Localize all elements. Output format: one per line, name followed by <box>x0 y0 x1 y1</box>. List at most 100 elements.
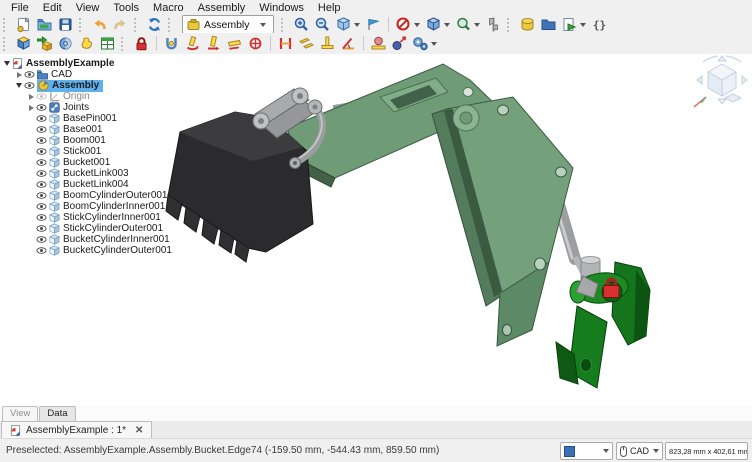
eye-icon[interactable] <box>24 69 35 80</box>
toolbar-grip[interactable] <box>134 18 140 32</box>
joint-slider-button[interactable] <box>224 35 245 53</box>
eye-icon[interactable] <box>36 245 47 256</box>
tree-item-boomcylinderouter001[interactable]: BoomCylinderOuter001 <box>0 190 150 201</box>
dimension-selector[interactable]: 823,28 mm x 402,61 mm <box>665 442 748 460</box>
eye-icon[interactable] <box>36 124 47 135</box>
zoom-out-button[interactable] <box>312 16 333 34</box>
toolbar-grip[interactable] <box>121 37 127 51</box>
eye-icon[interactable] <box>36 157 47 168</box>
save-document-button[interactable] <box>55 16 76 34</box>
tree-item-origin[interactable]: Origin <box>0 91 150 102</box>
macro-folder-button[interactable] <box>538 16 559 34</box>
redo-button[interactable] <box>110 16 131 34</box>
axonometric-view-button[interactable] <box>423 16 444 34</box>
toolbar-grip[interactable] <box>3 37 9 51</box>
chevron-down-icon[interactable] <box>414 23 420 27</box>
expander-icon[interactable] <box>26 94 36 100</box>
eye-icon[interactable] <box>36 201 47 212</box>
menu-view[interactable]: View <box>69 1 107 15</box>
tree-item-basepin001[interactable]: BasePin001 <box>0 113 150 124</box>
eye-icon[interactable] <box>36 190 47 201</box>
create-assembly-button[interactable] <box>13 35 34 53</box>
exploded-view-button[interactable] <box>389 35 410 53</box>
eye-icon[interactable] <box>36 179 47 190</box>
macro-record-button[interactable] <box>517 16 538 34</box>
tree-item-cad[interactable]: CAD <box>0 69 150 80</box>
joint-rack-pinion-button[interactable] <box>368 35 389 53</box>
tree-item-base001[interactable]: Base001 <box>0 124 150 135</box>
toolbar-grip[interactable] <box>79 18 85 32</box>
eye-icon[interactable] <box>36 102 47 113</box>
navigation-style-selector[interactable]: CAD <box>616 442 663 460</box>
joint-parallel-button[interactable] <box>296 35 317 53</box>
expander-icon[interactable] <box>2 61 12 66</box>
create-part-button[interactable] <box>76 35 97 53</box>
tree-item-stickcylinderouter001[interactable]: StickCylinderOuter001 <box>0 223 150 234</box>
eye-icon[interactable] <box>36 168 47 179</box>
expander-icon[interactable] <box>14 72 24 78</box>
tree-item-assembly[interactable]: Assembly <box>0 80 150 91</box>
tree-item-bucketlink003[interactable]: BucketLink003 <box>0 168 150 179</box>
tree-item-stickcylinderinner001[interactable]: StickCylinderInner001 <box>0 212 150 223</box>
tree-item-bucket001[interactable]: Bucket001 <box>0 157 150 168</box>
eye-icon[interactable] <box>36 234 47 245</box>
model-base[interactable] <box>556 257 650 389</box>
fit-all-button[interactable] <box>333 16 354 34</box>
document-tab[interactable]: AssemblyExample : 1* ✕ <box>1 421 152 438</box>
joint-revolute-button[interactable] <box>182 35 203 53</box>
joint-perpendicular-button[interactable] <box>317 35 338 53</box>
toggle-grounded-button[interactable] <box>131 35 152 53</box>
eye-icon[interactable] <box>36 135 47 146</box>
insert-component-button[interactable] <box>34 35 55 53</box>
python-console-button[interactable]: {} <box>589 16 610 34</box>
joint-gear-belt-button[interactable] <box>410 35 431 53</box>
tree-item-boomcylinderinner001[interactable]: BoomCylinderInner001 <box>0 201 150 212</box>
macro-execute-button[interactable] <box>559 16 580 34</box>
tab-view[interactable]: View <box>2 406 38 421</box>
chevron-down-icon[interactable] <box>580 23 586 27</box>
menu-windows[interactable]: Windows <box>252 1 311 15</box>
menu-edit[interactable]: Edit <box>36 1 69 15</box>
refresh-button[interactable] <box>144 16 165 34</box>
eye-icon[interactable] <box>24 80 35 91</box>
solve-assembly-button[interactable] <box>55 35 76 53</box>
nav-cube[interactable] <box>694 56 747 107</box>
sync-view-button[interactable] <box>453 16 474 34</box>
joint-fixed-button[interactable] <box>161 35 182 53</box>
chevron-down-icon[interactable] <box>474 23 480 27</box>
eye-icon[interactable] <box>36 146 47 157</box>
tree-item-document[interactable]: AssemblyExample <box>0 58 150 69</box>
eye-off-icon[interactable] <box>36 91 47 102</box>
undo-button[interactable] <box>89 16 110 34</box>
tree-item-stick001[interactable]: Stick001 <box>0 146 150 157</box>
tab-data[interactable]: Data <box>39 406 75 421</box>
chevron-down-icon[interactable] <box>354 23 360 27</box>
toolbar-grip[interactable] <box>281 18 287 32</box>
toolbar-grip[interactable] <box>507 18 513 32</box>
draw-style-selector[interactable] <box>560 442 613 460</box>
toolbar-grip[interactable] <box>3 18 9 32</box>
new-document-button[interactable] <box>13 16 34 34</box>
joint-distance-button[interactable] <box>275 35 296 53</box>
tree-item-bucketcylinderinner001[interactable]: BucketCylinderInner001 <box>0 234 150 245</box>
joint-cylindrical-button[interactable] <box>203 35 224 53</box>
chevron-down-icon[interactable] <box>444 23 450 27</box>
menu-tools[interactable]: Tools <box>106 1 146 15</box>
view-flag-button[interactable] <box>363 16 384 34</box>
joint-ball-button[interactable] <box>245 35 266 53</box>
tree-item-bucketcylinderouter001[interactable]: BucketCylinderOuter001 <box>0 245 150 256</box>
measure-button[interactable] <box>483 16 504 34</box>
bill-of-materials-button[interactable] <box>97 35 118 53</box>
zoom-in-button[interactable] <box>291 16 312 34</box>
tree-item-bucketlink004[interactable]: BucketLink004 <box>0 179 150 190</box>
close-icon[interactable]: ✕ <box>131 425 143 436</box>
workbench-selector[interactable]: Assembly <box>182 15 274 34</box>
menu-assembly[interactable]: Assembly <box>191 1 253 15</box>
draw-style-button[interactable] <box>393 16 414 34</box>
chevron-down-icon[interactable] <box>431 42 437 46</box>
eye-icon[interactable] <box>36 113 47 124</box>
expander-icon[interactable] <box>14 83 24 88</box>
menu-file[interactable]: File <box>4 1 36 15</box>
menu-macro[interactable]: Macro <box>146 1 191 15</box>
menu-help[interactable]: Help <box>311 1 348 15</box>
